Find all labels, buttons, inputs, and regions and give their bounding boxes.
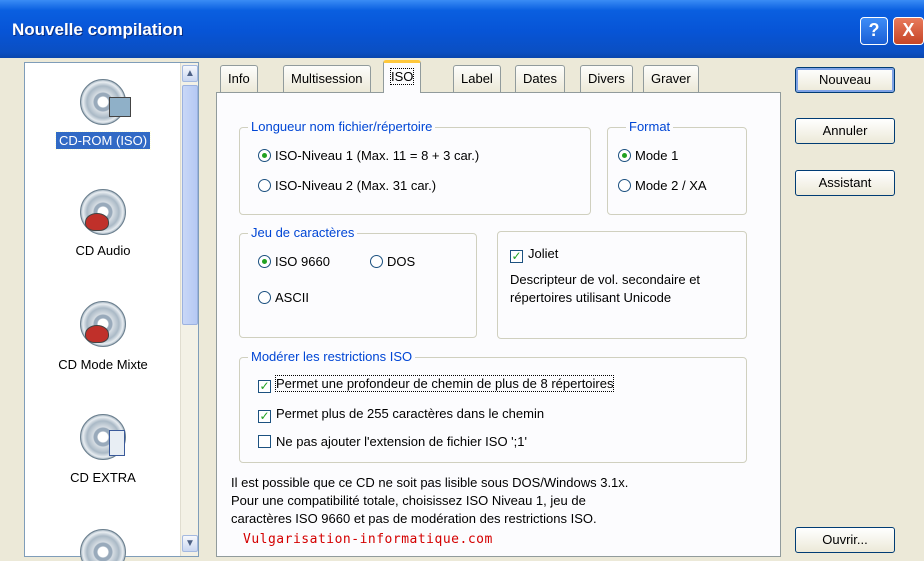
radio-indicator (618, 179, 631, 192)
tab-label[interactable]: Label (453, 65, 501, 92)
cancel-button[interactable]: Annuler (795, 118, 895, 144)
radio-label: ISO 9660 (275, 254, 330, 269)
radio-label: Mode 1 (635, 148, 679, 163)
joliet-description-line-2: répertoires utilisant Unicode (510, 290, 672, 305)
iso-9660-radio[interactable]: ISO 9660 (258, 254, 330, 269)
scroll-up-button[interactable]: ▲ (182, 65, 198, 82)
radio-indicator (258, 291, 271, 304)
iso-level-1-radio[interactable]: ISO-Niveau 1 (Max. 11 = 8 + 3 car.) (258, 148, 479, 163)
guitar-overlay-icon (85, 213, 109, 231)
check-indicator: ✓ (258, 409, 271, 423)
tab-divers[interactable]: Divers (580, 65, 633, 92)
radio-label: ISO-Niveau 2 (Max. 31 car.) (275, 178, 437, 193)
radio-indicator (258, 255, 271, 268)
compat-warning-line-3: caractères ISO 9660 et pas de modération… (231, 511, 597, 526)
dos-radio[interactable]: DOS (370, 254, 415, 269)
disc-icon (80, 529, 126, 561)
group-title: Format (626, 119, 674, 134)
title-bar[interactable]: Nouvelle compilation ? X (0, 0, 924, 58)
format-group: Format Mode 1 Mode 2 / XA (607, 119, 747, 215)
list-item-more[interactable] (25, 521, 181, 561)
checkbox-label: Permet une profondeur de chemin de plus … (274, 375, 615, 392)
list-item-label: CD Mode Mixte (58, 357, 148, 372)
mode-2-xa-radio[interactable]: Mode 2 / XA (618, 178, 707, 193)
radio-label: Mode 2 / XA (635, 178, 707, 193)
radio-indicator (258, 149, 271, 162)
window-title: Nouvelle compilation (12, 20, 183, 39)
joliet-checkbox[interactable]: ✓ Joliet (510, 246, 558, 263)
joliet-group: ✓ Joliet Descripteur de vol. secondaire e… (497, 231, 747, 339)
checkbox-label: Joliet (528, 246, 559, 261)
group-title: Modérer les restrictions ISO (248, 349, 416, 364)
list-item-cd-audio[interactable]: CD Audio (25, 183, 181, 288)
tab-iso[interactable]: ISO (383, 60, 422, 93)
radio-indicator (370, 255, 383, 268)
group-title: Longueur nom fichier/répertoire (248, 119, 436, 134)
close-button[interactable]: X (893, 17, 924, 45)
check-indicator: ✓ (258, 379, 271, 393)
scroll-thumb[interactable] (182, 85, 198, 325)
folder-overlay-icon (109, 97, 131, 117)
iso-level-2-radio[interactable]: ISO-Niveau 2 (Max. 31 car.) (258, 178, 436, 193)
compat-warning-line-2: Pour une compatibilité totale, choisisse… (231, 493, 586, 508)
tab-graver[interactable]: Graver (643, 65, 699, 92)
list-item-label: CD Audio (75, 243, 131, 258)
group-title: Jeu de caractères (248, 225, 358, 240)
ascii-radio[interactable]: ASCII (258, 290, 309, 305)
tab-dates[interactable]: Dates (515, 65, 565, 92)
check-indicator (258, 435, 271, 448)
mode-1-radio[interactable]: Mode 1 (618, 148, 678, 163)
new-button[interactable]: Nouveau (795, 67, 895, 93)
relax-restrictions-group: Modérer les restrictions ISO ✓ Permet une… (239, 349, 747, 463)
scroll-down-button[interactable]: ▼ (182, 535, 198, 552)
open-button[interactable]: Ouvrir... (795, 527, 895, 553)
list-item-label: CD EXTRA (70, 470, 136, 485)
radio-label: DOS (387, 254, 416, 269)
radio-label: ISO-Niveau 1 (Max. 11 = 8 + 3 car.) (275, 148, 480, 163)
document-overlay-icon (109, 430, 125, 456)
new-compilation-dialog: Nouvelle compilation ? X CD-ROM (ISO) CD… (0, 0, 924, 561)
long-path-checkbox[interactable]: ✓ Permet plus de 255 caractères dans le c… (258, 406, 544, 423)
tab-iso-label: ISO (389, 68, 415, 85)
tab-multisession[interactable]: Multisession (283, 65, 371, 92)
list-item-label: CD-ROM (ISO) (25, 131, 181, 150)
guitar-overlay-icon (85, 325, 109, 343)
compilation-type-list: CD-ROM (ISO) CD Audio CD Mode Mixte CD E… (24, 62, 199, 561)
help-button[interactable]: ? (860, 17, 888, 45)
checkbox-label: Ne pas ajouter l'extension de fichier IS… (276, 434, 527, 449)
charset-group: Jeu de caractères ISO 9660 DOS ASCII (239, 225, 477, 338)
radio-label: ASCII (275, 290, 309, 305)
radio-indicator (618, 149, 631, 162)
vertical-scrollbar[interactable]: ▲ ▼ (180, 63, 198, 556)
watermark-text: Vulgarisation-informatique.com (243, 532, 493, 547)
radio-indicator (258, 179, 271, 192)
wizard-button[interactable]: Assistant (795, 170, 895, 196)
no-iso-extension-checkbox[interactable]: Ne pas ajouter l'extension de fichier IS… (258, 434, 527, 449)
deep-path-checkbox[interactable]: ✓ Permet une profondeur de chemin de plus… (258, 375, 615, 393)
list-item-cd-mixed-mode[interactable]: CD Mode Mixte (25, 295, 181, 400)
tab-info[interactable]: Info (220, 65, 258, 92)
compat-warning-line-1: Il est possible que ce CD ne soit pas li… (231, 475, 629, 490)
checkbox-label: Permet plus de 255 caractères dans le ch… (276, 406, 545, 421)
check-indicator: ✓ (510, 249, 523, 263)
filename-length-group: Longueur nom fichier/répertoire ISO-Nive… (239, 119, 591, 215)
joliet-description-line-1: Descripteur de vol. secondaire et (510, 272, 701, 287)
list-item-cd-rom-iso[interactable]: CD-ROM (ISO) (25, 73, 181, 178)
list-item-cd-extra[interactable]: CD EXTRA (25, 408, 181, 513)
iso-tab-panel: Longueur nom fichier/répertoire ISO-Nive… (216, 92, 781, 557)
